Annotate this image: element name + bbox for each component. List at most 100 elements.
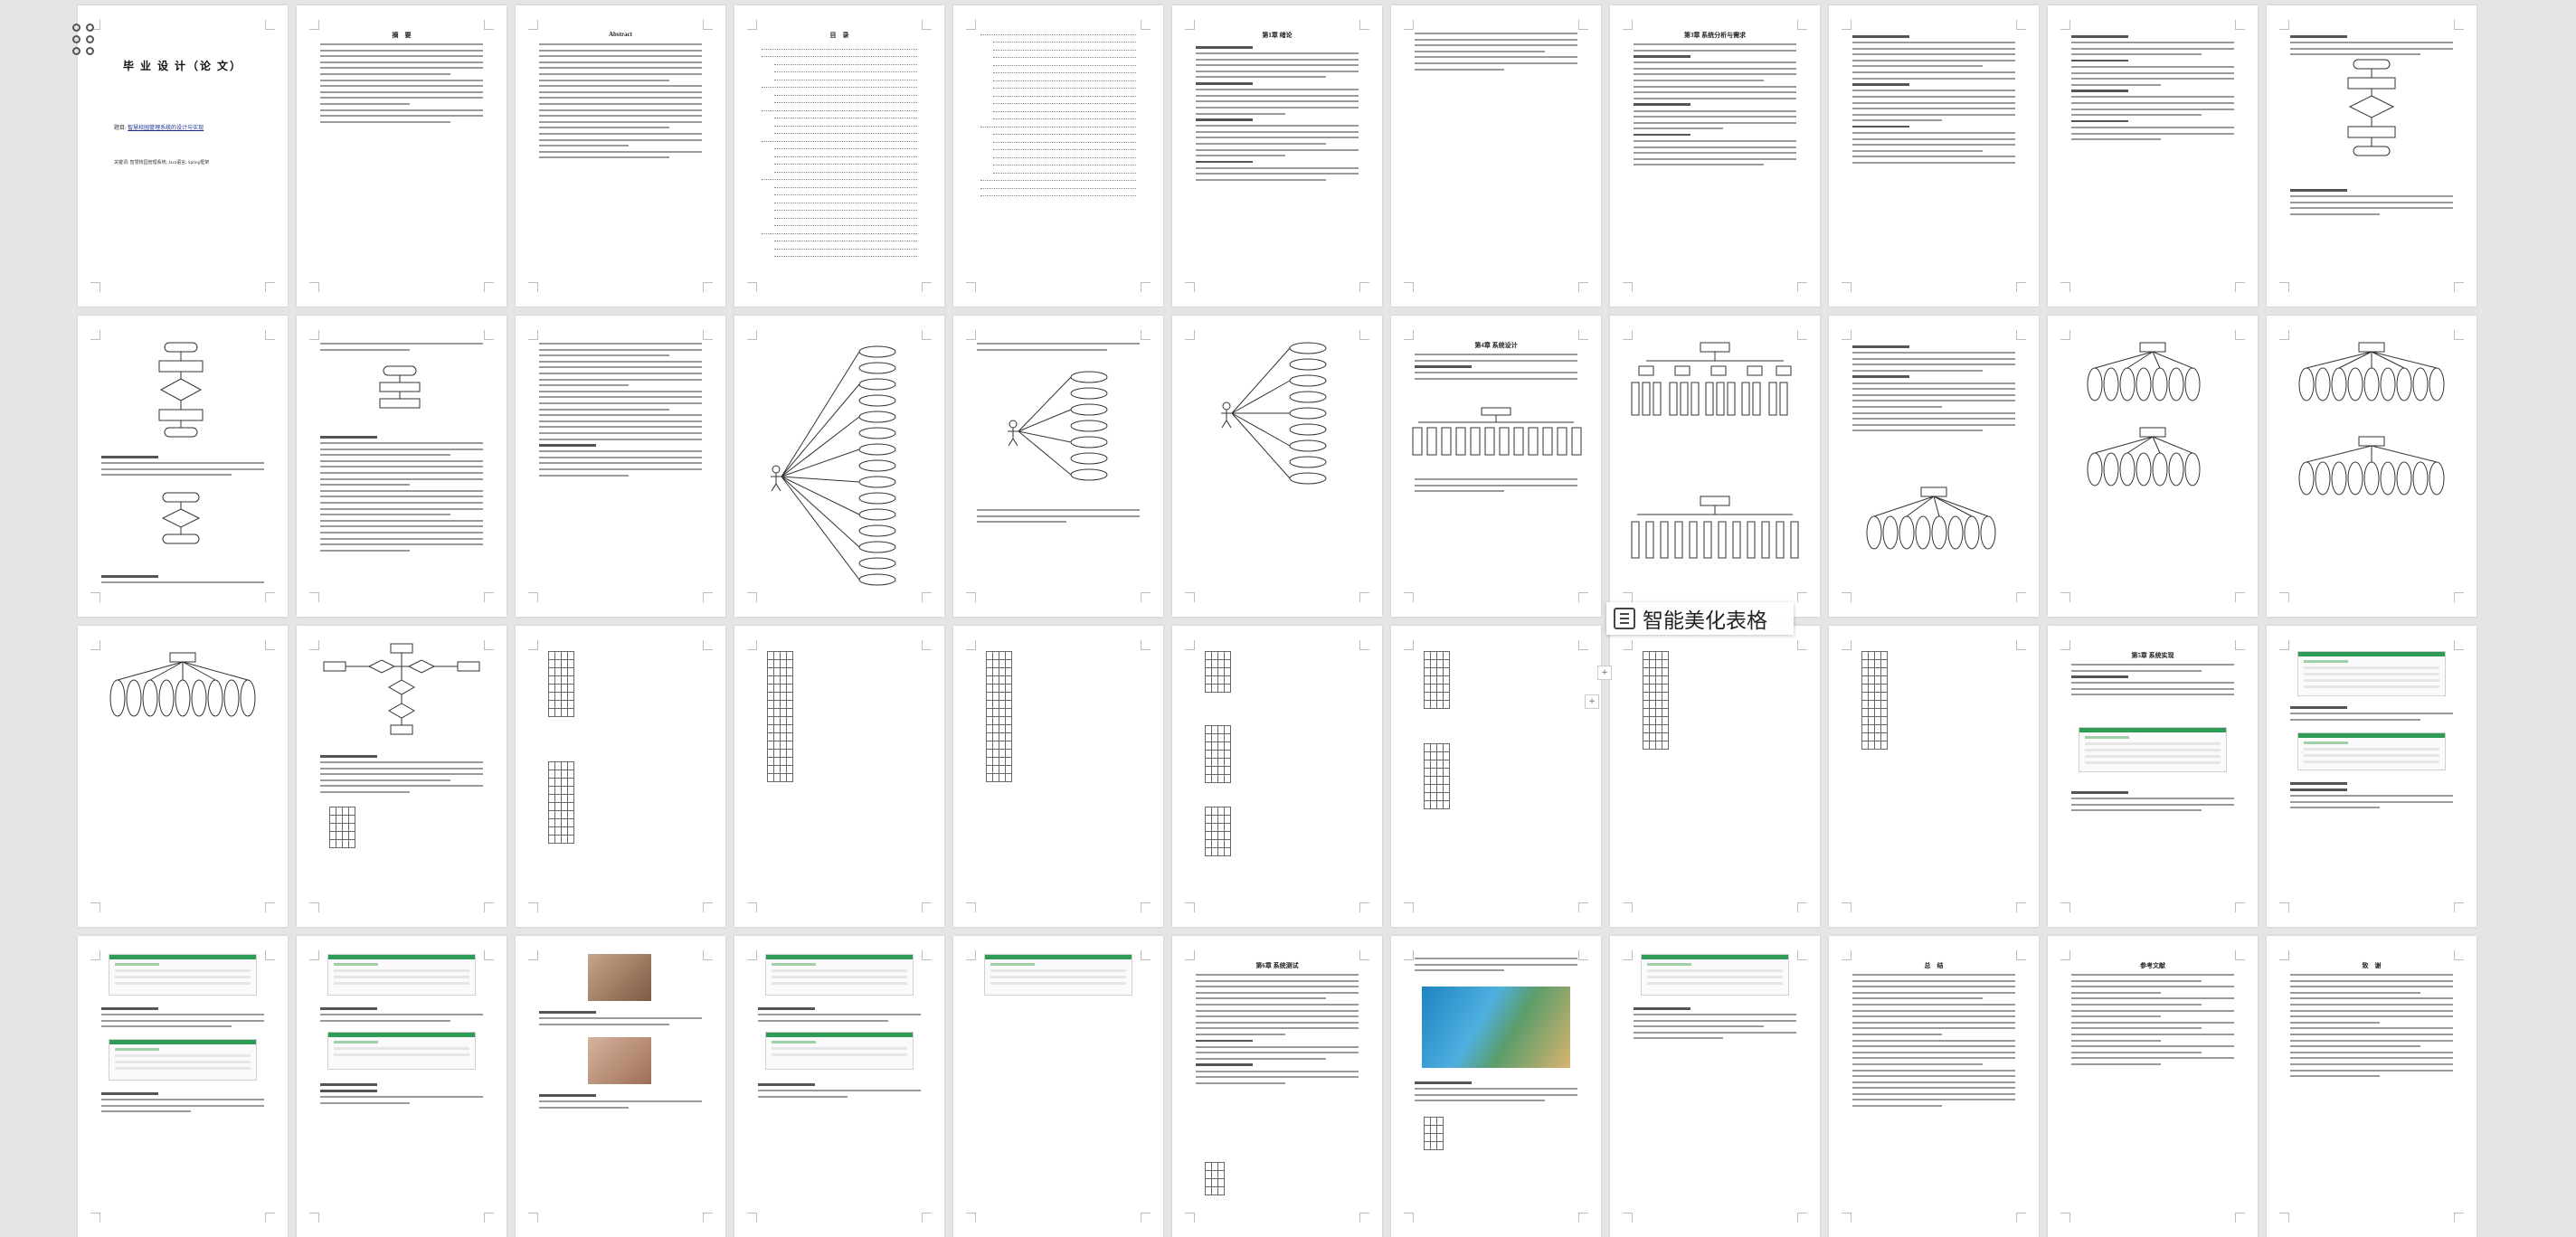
- page-thumbnail[interactable]: Abstract: [516, 5, 725, 307]
- screenshot-figure: [327, 1032, 476, 1070]
- cover-topic: 题目: 智慧校园管理系统的设计与实现: [114, 126, 204, 131]
- screenshot-figure: [2297, 651, 2446, 696]
- screenshot-figure: [1641, 954, 1789, 996]
- page-heading: 参考文献: [2140, 962, 2165, 969]
- page-thumbnail[interactable]: 目 录: [734, 5, 944, 307]
- page-thumbnail[interactable]: [734, 626, 944, 927]
- table-magic-icon: [1614, 608, 1635, 629]
- page-heading: 第3章 系统分析与需求: [1683, 32, 1747, 39]
- data-table: [767, 651, 793, 782]
- data-table: [548, 651, 574, 717]
- page-thumbnail[interactable]: 第4章 系统设计: [1391, 316, 1601, 617]
- beautify-table-label: 智能美化表格: [1643, 609, 1767, 633]
- photo-figure: [588, 1037, 651, 1084]
- page-thumbnail[interactable]: [1391, 626, 1601, 927]
- page-thumbnail-grid: 毕 业 设 计（论 文） 题目: 智慧校园管理系统的设计与实现 关键词: 智慧校…: [78, 5, 2477, 1237]
- use-case-diagram: [1008, 371, 1108, 481]
- data-table: [1643, 651, 1669, 750]
- page-thumbnail[interactable]: [297, 936, 507, 1237]
- page-thumbnail[interactable]: 第5章 系统实现: [2048, 626, 2258, 927]
- screenshot-figure: [765, 1032, 914, 1070]
- page-thumbnail[interactable]: [78, 936, 288, 1237]
- data-table: [1424, 743, 1450, 809]
- data-table: [1205, 807, 1231, 856]
- page-thumbnail[interactable]: [1391, 5, 1601, 307]
- page-thumbnail[interactable]: 参考文献: [2048, 936, 2258, 1237]
- use-case-diagram: [771, 345, 896, 586]
- data-table: [1424, 651, 1450, 709]
- screenshot-figure: [109, 1039, 257, 1081]
- page-heading: 总 结: [1924, 962, 1944, 969]
- page-thumbnail[interactable]: [1829, 5, 2039, 307]
- screenshot-figure: [327, 954, 476, 996]
- page-heading: 第6章 系统测试: [1255, 962, 1299, 969]
- page-heading: 摘 要: [392, 32, 412, 39]
- page-heading: 目 录: [829, 32, 849, 39]
- page-thumbnail[interactable]: [953, 936, 1163, 1237]
- page-thumbnail[interactable]: 第3章 系统分析与需求: [1610, 5, 1820, 307]
- page-thumbnail[interactable]: [1610, 316, 1820, 617]
- page-thumbnail[interactable]: [734, 936, 944, 1237]
- cover-keywords: 关键词: 智慧校园管理系统; Java语言; Spring框架: [114, 161, 210, 165]
- page-thumbnail[interactable]: [953, 5, 1163, 307]
- data-table: [1205, 1162, 1225, 1195]
- er-diagram: [1866, 486, 1996, 550]
- page-heading: 致 谢: [2362, 962, 2382, 969]
- page-heading: 第5章 系统实现: [2131, 652, 2174, 659]
- flowchart-diagram: [2347, 59, 2396, 156]
- page-thumbnail[interactable]: [78, 626, 288, 927]
- page-thumbnail[interactable]: [2048, 5, 2258, 307]
- screenshot-figure: [984, 954, 1132, 996]
- screenshot-figure: [2297, 732, 2446, 770]
- plus-icon[interactable]: +: [1585, 694, 1599, 709]
- page-thumbnail[interactable]: [2267, 316, 2477, 617]
- data-table: [329, 807, 355, 848]
- page-heading: 第1章 绪论: [1262, 32, 1293, 39]
- page-thumbnail[interactable]: 第1章 绪论: [1172, 5, 1382, 307]
- page-heading: Abstract: [608, 31, 633, 38]
- data-table: [1424, 1117, 1444, 1150]
- data-table: [1205, 725, 1231, 783]
- page-thumbnail[interactable]: [1829, 626, 2039, 927]
- screenshot-figure: [2079, 727, 2227, 772]
- page-thumbnail[interactable]: 摘 要: [297, 5, 507, 307]
- page-thumbnail[interactable]: [1610, 626, 1820, 927]
- page-thumbnail[interactable]: [953, 626, 1163, 927]
- page-thumbnail[interactable]: [297, 626, 507, 927]
- page-thumbnail[interactable]: [516, 316, 725, 617]
- er-diagram: [2087, 342, 2201, 486]
- page-thumbnail[interactable]: [78, 316, 288, 617]
- structure-diagram: [1631, 342, 1799, 559]
- cover-title: 毕 业 设 计（论 文）: [122, 60, 242, 72]
- screenshot-figure: [765, 954, 914, 996]
- beautify-table-button[interactable]: 智能美化表格: [1606, 602, 1794, 635]
- page-thumbnail[interactable]: [734, 316, 944, 617]
- page-thumbnail[interactable]: [2267, 626, 2477, 927]
- data-table: [548, 761, 574, 844]
- page-thumbnail[interactable]: [1172, 626, 1382, 927]
- screenshot-figure: [109, 954, 257, 996]
- page-thumbnail[interactable]: 第6章 系统测试: [1172, 936, 1382, 1237]
- data-table: [986, 651, 1012, 782]
- page-thumbnail[interactable]: [1610, 936, 1820, 1237]
- page-thumbnail[interactable]: [1172, 316, 1382, 617]
- page-thumbnail[interactable]: [2048, 316, 2258, 617]
- grid-view-icon[interactable]: [72, 24, 96, 55]
- page-thumbnail[interactable]: [953, 316, 1163, 617]
- page-thumbnail[interactable]: [516, 936, 725, 1237]
- er-diagram: [109, 652, 256, 717]
- plus-icon[interactable]: +: [1597, 666, 1612, 680]
- page-thumbnail[interactable]: 毕 业 设 计（论 文） 题目: 智慧校园管理系统的设计与实现 关键词: 智慧校…: [78, 5, 288, 307]
- page-thumbnail[interactable]: [1829, 316, 2039, 617]
- page-thumbnail[interactable]: [1391, 936, 1601, 1237]
- page-thumbnail[interactable]: [297, 316, 507, 617]
- page-thumbnail[interactable]: 致 谢: [2267, 936, 2477, 1237]
- photo-collage-figure: [1422, 987, 1570, 1068]
- photo-figure: [588, 954, 651, 1001]
- page-thumbnail[interactable]: [2267, 5, 2477, 307]
- page-thumbnail[interactable]: 总 结: [1829, 936, 2039, 1237]
- page-thumbnail[interactable]: [516, 626, 725, 927]
- data-table: [1205, 651, 1231, 693]
- er-diagram: [2298, 342, 2445, 496]
- use-case-diagram: [1221, 342, 1327, 485]
